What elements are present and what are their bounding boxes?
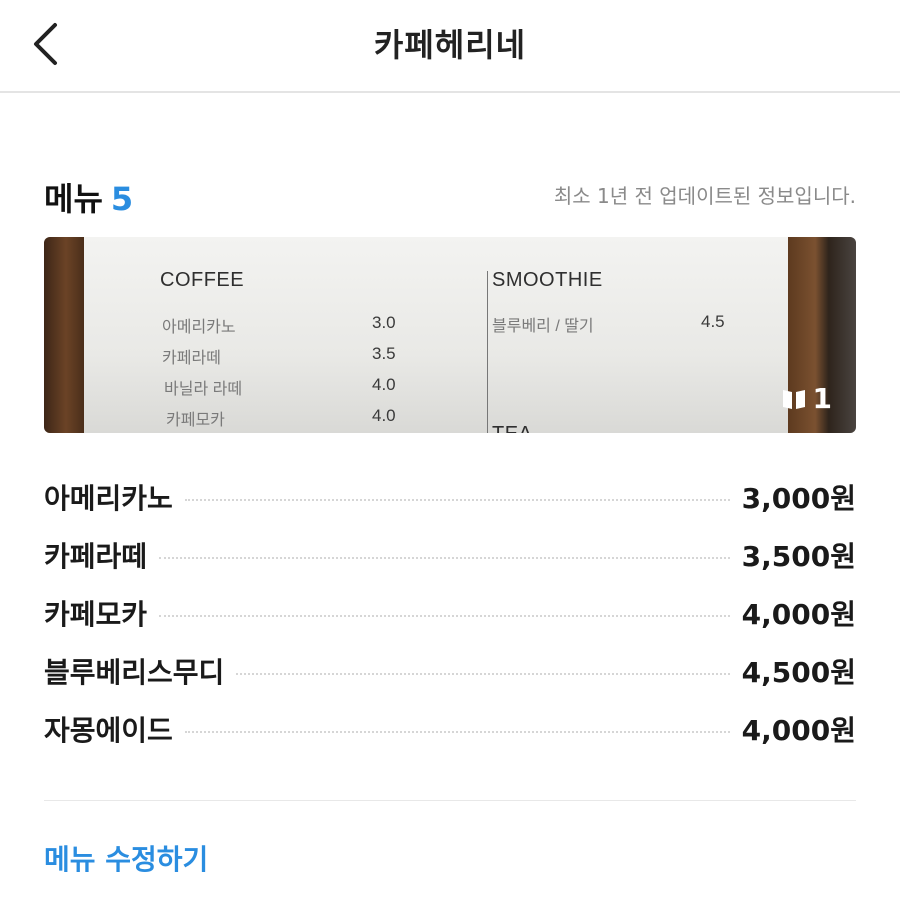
photo-coffee-item: 바닐라 라떼 bbox=[164, 381, 243, 398]
menu-board-photo[interactable]: COFFEE 아메리카노 3.0 카페라떼 3.5 바닐라 라떼 4.0 카페모… bbox=[44, 237, 856, 433]
dotted-leader bbox=[184, 731, 730, 733]
top-bar: 카페헤리네 bbox=[0, 0, 900, 93]
dotted-leader bbox=[236, 673, 730, 675]
menu-board-paper: COFFEE 아메리카노 3.0 카페라떼 3.5 바닐라 라떼 4.0 카페모… bbox=[84, 237, 788, 433]
menu-item: 카페모카 4,000원 bbox=[44, 584, 856, 642]
menu-item-name: 카페라떼 bbox=[44, 540, 148, 573]
photo-count-badge: 1 bbox=[781, 382, 832, 415]
menu-count: 5 bbox=[110, 180, 134, 218]
dotted-leader bbox=[159, 615, 730, 617]
menu-item: 카페라떼 3,500원 bbox=[44, 526, 856, 584]
section-divider bbox=[44, 800, 856, 801]
menu-section-header: 메뉴 5 최소 1년 전 업데이트된 정보입니다. bbox=[44, 170, 856, 220]
menu-item-name: 카페모카 bbox=[44, 598, 148, 631]
menu-item-price: 4,000원 bbox=[741, 598, 856, 631]
menu-title-text: 메뉴 bbox=[44, 180, 103, 218]
photo-coffee-item: 카페모카 bbox=[166, 412, 225, 429]
photo-coffee-price: 4.0 bbox=[372, 375, 396, 394]
photo-coffee-price: 4.0 bbox=[372, 406, 396, 425]
menu-item: 아메리카노 3,000원 bbox=[44, 468, 856, 526]
menu-section-title: 메뉴 5 bbox=[44, 174, 133, 220]
photo-wood-frame bbox=[44, 237, 84, 433]
photo-tea-heading: TEA bbox=[492, 423, 532, 433]
menu-item-price: 4,000원 bbox=[741, 714, 856, 747]
menu-item: 자몽에이드 4,000원 bbox=[44, 700, 856, 758]
menu-item-name: 아메리카노 bbox=[44, 482, 173, 515]
update-note: 최소 1년 전 업데이트된 정보입니다. bbox=[553, 184, 856, 208]
photo-column-divider bbox=[487, 271, 488, 433]
dotted-leader bbox=[184, 499, 730, 501]
menu-list: 아메리카노 3,000원 카페라떼 3,500원 카페모카 4,000원 블루베… bbox=[44, 468, 856, 758]
menu-item: 블루베리스무디 4,500원 bbox=[44, 642, 856, 700]
photo-coffee-heading: COFFEE bbox=[160, 269, 245, 291]
menu-item-price: 3,000원 bbox=[741, 482, 856, 515]
photo-coffee-item: 아메리카노 bbox=[162, 319, 236, 336]
menu-item-name: 자몽에이드 bbox=[44, 714, 173, 747]
menu-item-price: 3,500원 bbox=[741, 540, 856, 573]
book-icon bbox=[782, 389, 805, 409]
menu-item-price: 4,500원 bbox=[741, 656, 856, 689]
photo-smoothie-item: 블루베리 / 딸기 bbox=[492, 318, 594, 335]
photo-smoothie-heading: SMOOTHIE bbox=[492, 269, 603, 291]
photo-coffee-price: 3.0 bbox=[372, 313, 396, 332]
photo-coffee-price: 3.5 bbox=[372, 344, 396, 363]
dotted-leader bbox=[159, 557, 730, 559]
photo-coffee-item: 카페라떼 bbox=[162, 350, 221, 367]
menu-item-name: 블루베리스무디 bbox=[44, 656, 225, 689]
photo-count: 1 bbox=[812, 382, 832, 415]
page-title: 카페헤리네 bbox=[373, 26, 527, 64]
photo-smoothie-price: 4.5 bbox=[701, 312, 725, 331]
edit-menu-link[interactable]: 메뉴 수정하기 bbox=[44, 838, 208, 878]
